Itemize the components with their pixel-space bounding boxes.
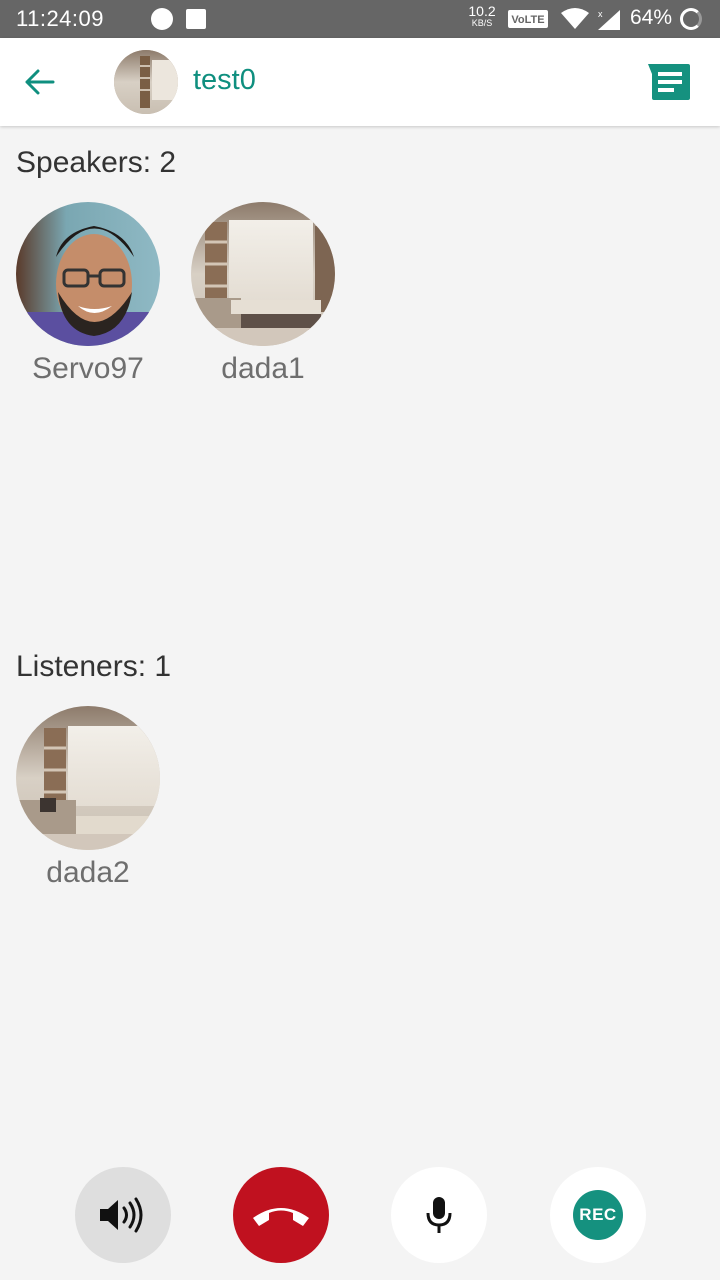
- hang-up-icon: [253, 1208, 309, 1226]
- room-photo: [16, 706, 160, 850]
- svg-text:x: x: [598, 9, 603, 19]
- chat-button[interactable]: [644, 60, 692, 104]
- avatar[interactable]: [191, 202, 335, 346]
- room-title[interactable]: test0: [193, 64, 256, 97]
- arrow-left-icon: [25, 69, 55, 95]
- notification-dot-icon: [151, 8, 173, 30]
- speaker-item[interactable]: dada1: [183, 202, 343, 386]
- hang-up-button[interactable]: [233, 1167, 329, 1263]
- record-label: REC: [573, 1190, 623, 1240]
- battery-level: 64%: [630, 6, 673, 29]
- back-button[interactable]: [20, 62, 60, 102]
- listeners-heading: Listeners: 1: [16, 650, 172, 683]
- record-button[interactable]: REC: [550, 1167, 646, 1263]
- status-bar: 11:24:09 10.2 KB/S VoLTE x 64%: [0, 0, 720, 38]
- speaker-toggle-button[interactable]: [75, 1167, 171, 1263]
- speaker-name: dada1: [221, 352, 305, 385]
- microphone-button[interactable]: [391, 1167, 487, 1263]
- room-photo: [191, 202, 335, 346]
- listener-name: dada2: [46, 856, 130, 889]
- room-photo: [114, 50, 178, 114]
- speaker-item[interactable]: Servo97: [8, 202, 168, 386]
- avatar[interactable]: [16, 202, 160, 346]
- listener-item[interactable]: dada2: [8, 706, 168, 890]
- battery-icon: [680, 8, 702, 30]
- status-time: 11:24:09: [16, 6, 105, 31]
- network-speed-value: 10.2: [468, 3, 496, 19]
- avatar[interactable]: [16, 706, 160, 850]
- volte-badge: VoLTE: [508, 10, 548, 28]
- network-speed-unit: KB/S: [471, 18, 493, 28]
- wifi-icon: [561, 8, 589, 29]
- notification-square-icon: [186, 9, 206, 29]
- speaker-volume-icon: [100, 1197, 143, 1233]
- speaker-name: Servo97: [32, 352, 144, 385]
- speakers-heading: Speakers: 2: [16, 146, 177, 179]
- signal-icon: x: [598, 9, 620, 30]
- room-avatar[interactable]: [114, 50, 178, 114]
- microphone-icon: [426, 1197, 452, 1233]
- user-photo: [16, 202, 160, 346]
- network-speed: 10.2 KB/S: [466, 4, 498, 28]
- app-bar: test0: [0, 38, 720, 126]
